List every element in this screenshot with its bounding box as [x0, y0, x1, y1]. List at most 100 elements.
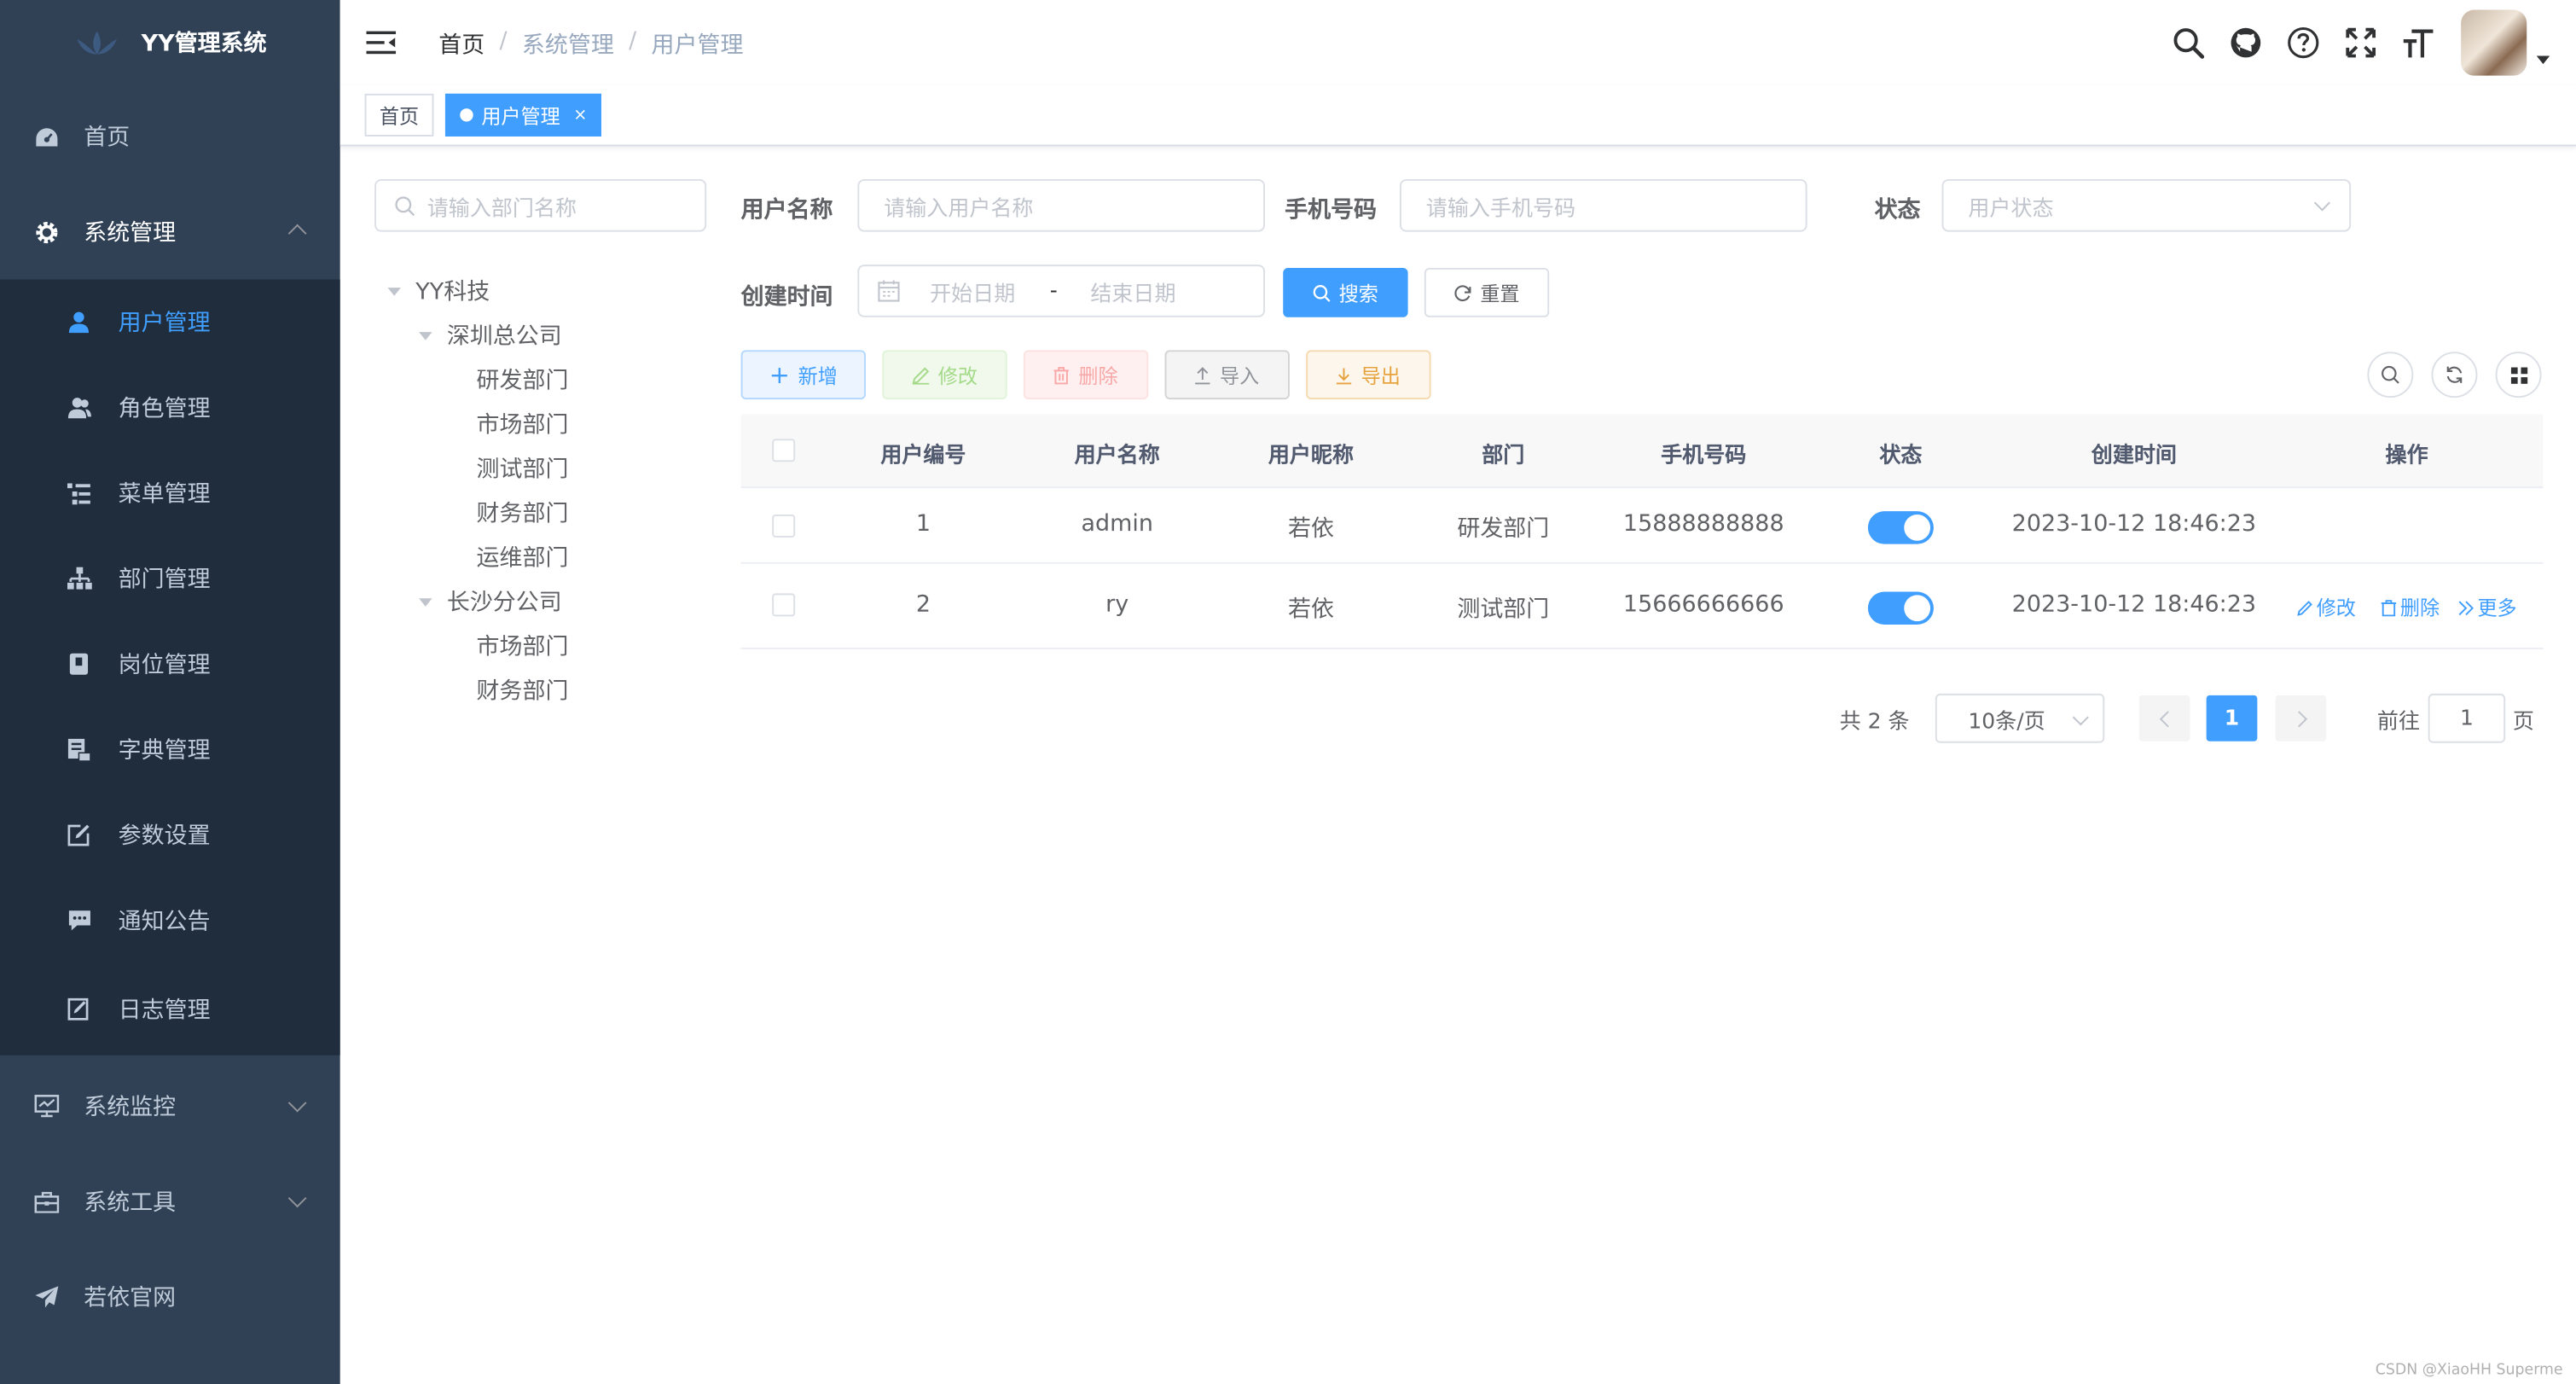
- caret-down-icon[interactable]: [419, 331, 432, 340]
- tag-home[interactable]: 首页: [364, 93, 434, 137]
- edit-icon: [66, 822, 92, 848]
- sidebar-item-dept[interactable]: 部门管理: [0, 536, 340, 621]
- breadcrumb-item[interactable]: 首页: [438, 28, 484, 61]
- tree-node-leaf[interactable]: 财务部门: [477, 497, 569, 530]
- right-menu: [2170, 0, 2576, 85]
- edit-button[interactable]: 修改: [882, 350, 1007, 400]
- import-button-label: 导入: [1220, 363, 1260, 387]
- cell-username: ry: [1105, 591, 1129, 619]
- avatar[interactable]: [2461, 9, 2527, 76]
- sidebar: YY管理系统 首页 系统管理 用户管理 角色管理 菜单管理 部门管理 岗位管理 …: [0, 0, 340, 1384]
- column-header: 用户名称: [1074, 444, 1160, 469]
- sidebar-item-post[interactable]: 岗位管理: [0, 621, 340, 707]
- sidebar-item-label: 系统工具: [84, 1189, 177, 1217]
- import-button[interactable]: 导入: [1164, 350, 1290, 400]
- sidebar-item-website[interactable]: 若依官网: [0, 1251, 340, 1343]
- font-size-icon[interactable]: [2400, 25, 2436, 61]
- user-icon: [66, 309, 92, 335]
- sidebar-item-monitor[interactable]: 系统监控: [0, 1061, 340, 1153]
- page-number-label: 1: [2224, 706, 2240, 731]
- next-page-button[interactable]: [2275, 695, 2327, 741]
- search-button[interactable]: 搜索: [1283, 267, 1408, 317]
- sidebar-item-dict[interactable]: 字典管理: [0, 707, 340, 792]
- trash-icon: [1054, 366, 1070, 384]
- search-icon[interactable]: [2170, 25, 2206, 61]
- tree-node-leaf[interactable]: 市场部门: [477, 408, 569, 441]
- goto-page-input[interactable]: 1: [2428, 693, 2506, 743]
- sidebar-item-label: 若依官网: [84, 1285, 177, 1312]
- sidebar-item-menu[interactable]: 菜单管理: [0, 451, 340, 536]
- sidebar-item-user[interactable]: 用户管理: [0, 279, 340, 364]
- question-icon[interactable]: [2285, 25, 2321, 61]
- dept-search-input[interactable]: 请输入部门名称: [374, 178, 707, 232]
- watermark: CSDN @XiaoHH Superme: [2375, 1362, 2563, 1380]
- phone-input[interactable]: 请输入手机号码: [1399, 178, 1807, 232]
- tree-node-leaf[interactable]: 财务部门: [477, 674, 569, 707]
- column-header: 部门: [1482, 444, 1525, 469]
- tree-node-label: 研发部门: [476, 368, 569, 395]
- sidebar-item-role[interactable]: 角色管理: [0, 365, 340, 451]
- sidebar-item-log[interactable]: 日志管理: [0, 967, 340, 1052]
- caret-down-icon[interactable]: [2536, 55, 2550, 64]
- row-edit-link[interactable]: 修改: [2297, 593, 2356, 621]
- page-number-active[interactable]: 1: [2206, 695, 2258, 741]
- columns-button[interactable]: [2495, 352, 2542, 398]
- select-all-checkbox[interactable]: [772, 439, 796, 462]
- github-icon[interactable]: [2228, 25, 2264, 61]
- username-input[interactable]: 请输入用户名称: [857, 178, 1266, 232]
- status-switch[interactable]: [1867, 591, 1934, 625]
- log-icon: [66, 996, 92, 1022]
- prev-page-button[interactable]: [2138, 695, 2190, 741]
- tag-user[interactable]: 用户管理 ×: [444, 93, 602, 137]
- date-range-picker[interactable]: 开始日期 - 结束日期: [857, 265, 1266, 317]
- export-button-label: 导出: [1361, 363, 1401, 387]
- cell-created-time: 2023-10-12 18:46:23: [2011, 511, 2257, 538]
- tree-node-leaf[interactable]: 市场部门: [477, 630, 569, 663]
- tree-node-branch[interactable]: 长沙分公司: [419, 585, 562, 619]
- status-placeholder: 用户状态: [1968, 196, 2054, 222]
- close-icon[interactable]: ×: [573, 106, 587, 124]
- row-checkbox[interactable]: [772, 514, 796, 538]
- status-select[interactable]: 用户状态: [1941, 178, 2352, 232]
- row-delete-link[interactable]: 删除: [2381, 593, 2440, 621]
- search-icon: [2382, 365, 2399, 384]
- double-arrow-right-icon: [2458, 600, 2474, 615]
- sidebar-item-system[interactable]: 系统管理: [0, 186, 340, 278]
- reset-button[interactable]: 重置: [1424, 267, 1550, 317]
- sidebar-item-home[interactable]: 首页: [0, 90, 340, 183]
- toggle-search-button[interactable]: [2367, 352, 2414, 398]
- sidebar-item-tool[interactable]: 系统工具: [0, 1155, 340, 1247]
- edit-icon: [912, 366, 930, 384]
- tree-node-label: 市场部门: [476, 412, 569, 439]
- status-switch[interactable]: [1867, 511, 1934, 544]
- tree-node-branch[interactable]: 深圳总公司: [419, 319, 562, 352]
- row-checkbox[interactable]: [772, 593, 796, 617]
- column-header: 手机号码: [1661, 444, 1747, 469]
- refresh-icon: [1454, 284, 1471, 301]
- sidebar-item-config[interactable]: 参数设置: [0, 793, 340, 878]
- row-edit-label: 修改: [2316, 596, 2356, 620]
- page-size-select[interactable]: 10条/页: [1935, 693, 2105, 743]
- cell-phone: 15888888888: [1622, 511, 1784, 538]
- delete-button-label: 删除: [1078, 363, 1118, 387]
- fullscreen-icon[interactable]: [2343, 25, 2379, 61]
- caret-down-icon[interactable]: [419, 597, 432, 606]
- hamburger-icon[interactable]: [366, 30, 397, 56]
- tree-node-leaf[interactable]: 测试部门: [477, 452, 569, 486]
- tree-node-leaf[interactable]: 运维部门: [477, 541, 569, 574]
- sidebar-item-label: 部门管理: [118, 567, 211, 594]
- row-more-link[interactable]: 更多: [2457, 593, 2517, 621]
- caret-down-icon[interactable]: [387, 287, 401, 295]
- tree-node-label: 测试部门: [476, 456, 569, 484]
- end-date-placeholder[interactable]: 结束日期: [1090, 276, 1175, 306]
- export-button[interactable]: 导出: [1306, 350, 1431, 400]
- refresh-button[interactable]: [2431, 352, 2478, 398]
- phone-placeholder: 请输入手机号码: [1425, 196, 1576, 222]
- add-button[interactable]: + 新增: [740, 350, 867, 400]
- delete-button[interactable]: 删除: [1023, 350, 1149, 400]
- sidebar-item-notice[interactable]: 通知公告: [0, 878, 340, 963]
- start-date-placeholder[interactable]: 开始日期: [930, 276, 1015, 306]
- sidebar-logo[interactable]: YY管理系统: [0, 0, 340, 85]
- tree-node-leaf[interactable]: 研发部门: [477, 363, 569, 397]
- tree-node-root[interactable]: YY科技: [387, 275, 490, 308]
